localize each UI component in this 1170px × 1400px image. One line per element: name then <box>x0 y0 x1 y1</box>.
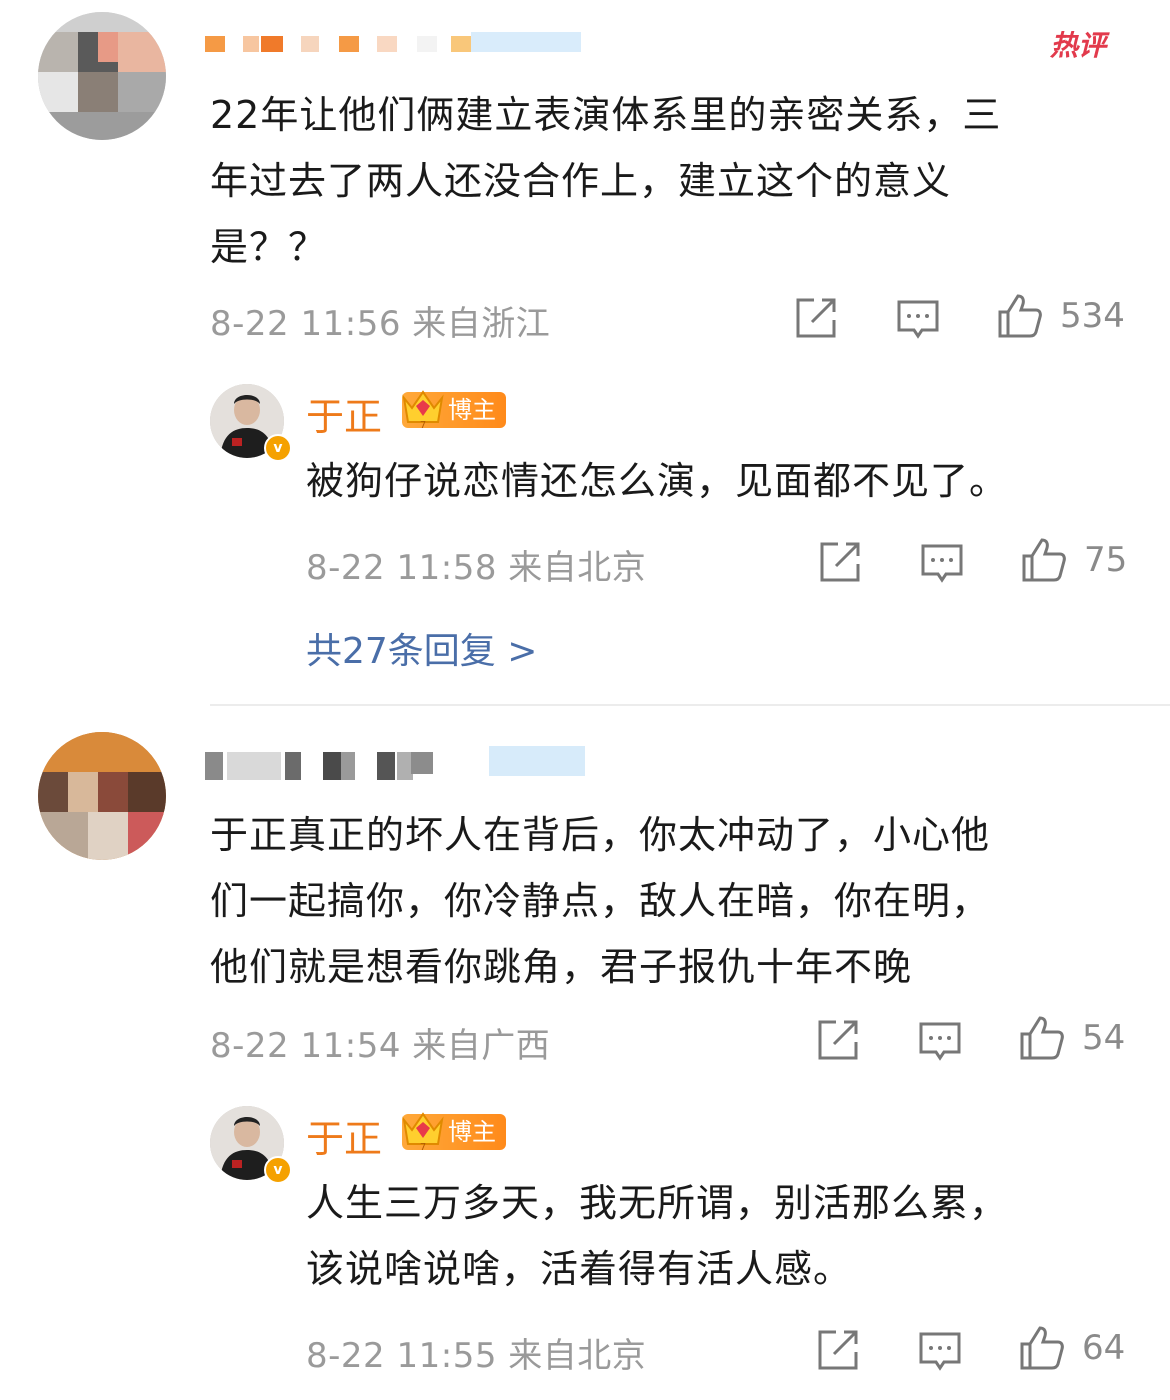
reply-author-name[interactable]: 于正 <box>306 386 382 441</box>
like-count: 64 <box>1082 1328 1126 1368</box>
reply-line: 人生三万多天，我无所谓，别活那么累， <box>306 1181 1009 1225</box>
hot-comment-badge: 热评 <box>1050 24 1106 64</box>
comment-text: 22年让他们俩建立表演体系里的亲密关系，三 年过去了两人还没合作上，建立这个的意… <box>210 82 1150 280</box>
share-icon[interactable] <box>794 296 838 340</box>
avatar[interactable] <box>38 12 166 140</box>
hot-label: 热评 <box>1050 29 1107 62</box>
reply-meta: 8-22 11:55 来自北京 <box>306 1336 647 1376</box>
comment-line: 年过去了两人还没合作上，建立这个的意义 <box>210 159 952 203</box>
blurred-username[interactable] <box>205 744 585 784</box>
reply-meta: 8-22 11:58 来自北京 <box>306 548 647 588</box>
comment-meta: 8-22 11:54 来自广西 <box>210 1026 551 1066</box>
comment-text: 于正真正的坏人在背后，你太冲动了，小心他 们一起搞你，你冷静点，敌人在暗，你在明… <box>210 802 1150 1000</box>
divider <box>210 704 1170 706</box>
author-avatar[interactable]: v <box>210 384 292 464</box>
reply-line: 被狗仔说恋情还怎么演，见面都不见了。 <box>306 459 1009 503</box>
like-icon[interactable] <box>1018 1014 1066 1062</box>
svg-text:7: 7 <box>420 420 426 430</box>
share-icon[interactable] <box>816 1328 860 1372</box>
pixelated-avatar-icon <box>38 12 166 140</box>
comment-icon[interactable] <box>918 1330 962 1374</box>
comment-icon[interactable] <box>920 542 964 586</box>
reply-line: 该说啥说啥，活着得有活人感。 <box>306 1247 853 1291</box>
verified-badge-icon: v <box>264 434 292 462</box>
comment-line: 他们就是想看你跳角，君子报仇十年不晚 <box>210 945 913 989</box>
like-count: 534 <box>1060 296 1125 336</box>
like-icon[interactable] <box>1020 536 1068 584</box>
comment-line: 于正真正的坏人在背后，你太冲动了，小心他 <box>210 813 991 857</box>
share-icon[interactable] <box>818 540 862 584</box>
blurred-username[interactable] <box>205 32 585 56</box>
reply-text: 人生三万多天，我无所谓，别活那么累， 该说啥说啥，活着得有活人感。 <box>306 1170 1146 1302</box>
comment-line: 是？？ <box>210 225 328 269</box>
comment-line: 22年让他们俩建立表演体系里的亲密关系，三 <box>210 93 1002 137</box>
crown-icon: 7 <box>402 1112 444 1152</box>
like-icon[interactable] <box>996 292 1044 340</box>
like-count: 75 <box>1084 540 1128 580</box>
avatar[interactable] <box>38 732 166 860</box>
blogger-badge: 7 博主 <box>402 390 506 430</box>
view-more-replies-link[interactable]: 共27条回复 > <box>306 622 537 674</box>
reply-author-name[interactable]: 于正 <box>306 1108 382 1163</box>
author-avatar[interactable]: v <box>210 1106 292 1186</box>
badge-label: 博主 <box>448 1118 496 1146</box>
svg-text:7: 7 <box>420 1142 426 1152</box>
crown-icon: 7 <box>402 390 444 430</box>
comment-icon[interactable] <box>896 298 940 342</box>
comment-line: 们一起搞你，你冷静点，敌人在暗，你在明， <box>210 879 991 923</box>
verified-badge-icon: v <box>264 1156 292 1184</box>
comment-icon[interactable] <box>918 1020 962 1064</box>
reply-text: 被狗仔说恋情还怎么演，见面都不见了。 <box>306 448 1146 514</box>
badge-label: 博主 <box>448 396 496 424</box>
like-icon[interactable] <box>1018 1324 1066 1372</box>
like-count: 54 <box>1082 1018 1126 1058</box>
comment-meta: 8-22 11:56 来自浙江 <box>210 304 551 344</box>
blogger-badge: 7 博主 <box>402 1112 506 1152</box>
share-icon[interactable] <box>816 1018 860 1062</box>
pixelated-avatar-icon <box>38 732 166 860</box>
